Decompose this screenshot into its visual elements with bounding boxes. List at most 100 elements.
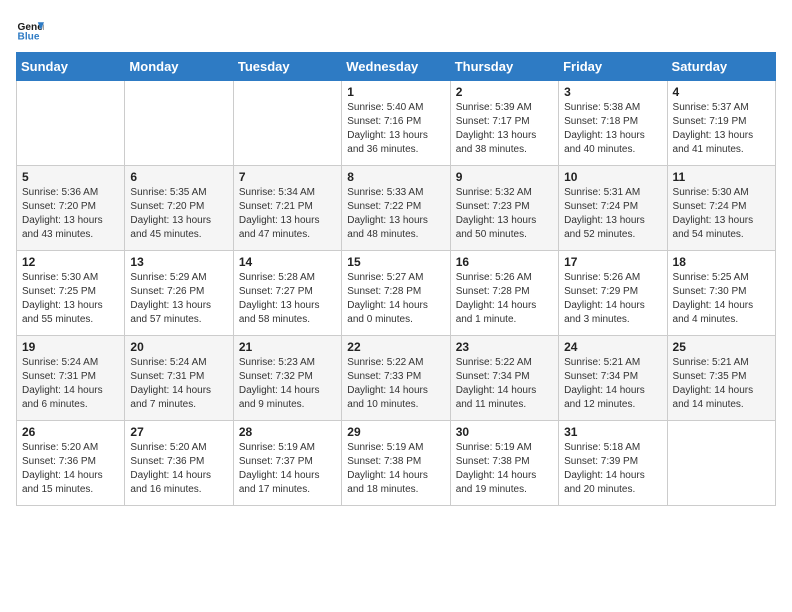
day-number: 17 (564, 255, 661, 269)
weekday-header-saturday: Saturday (667, 53, 775, 81)
weekday-header-thursday: Thursday (450, 53, 558, 81)
calendar-cell (667, 421, 775, 506)
calendar-cell: 14 Sunrise: 5:28 AM Sunset: 7:27 PM Dayli… (233, 251, 341, 336)
calendar-cell: 23 Sunrise: 5:22 AM Sunset: 7:34 PM Dayli… (450, 336, 558, 421)
day-info: Sunrise: 5:36 AM Sunset: 7:20 PM Dayligh… (22, 186, 119, 242)
day-number: 9 (456, 170, 553, 184)
day-info: Sunrise: 5:29 AM Sunset: 7:26 PM Dayligh… (130, 271, 227, 327)
day-info: Sunrise: 5:19 AM Sunset: 7:38 PM Dayligh… (347, 441, 444, 497)
calendar-cell: 2Sunrise: 5:39 AM Sunset: 7:17 PM Daylig… (450, 81, 558, 166)
day-number: 16 (456, 255, 553, 269)
day-info: Sunrise: 5:20 AM Sunset: 7:36 PM Dayligh… (130, 441, 227, 497)
day-number: 18 (673, 255, 770, 269)
day-number: 8 (347, 170, 444, 184)
day-info: Sunrise: 5:34 AM Sunset: 7:21 PM Dayligh… (239, 186, 336, 242)
calendar-cell: 22Sunrise: 5:22 AM Sunset: 7:33 PM Dayli… (342, 336, 450, 421)
day-info: Sunrise: 5:22 AM Sunset: 7:34 PM Dayligh… (456, 356, 553, 412)
calendar-cell: 29 Sunrise: 5:19 AM Sunset: 7:38 PM Dayli… (342, 421, 450, 506)
calendar-cell: 13 Sunrise: 5:29 AM Sunset: 7:26 PM Dayli… (125, 251, 233, 336)
day-info: Sunrise: 5:26 AM Sunset: 7:28 PM Dayligh… (456, 271, 553, 327)
calendar-cell: 5 Sunrise: 5:36 AM Sunset: 7:20 PM Daylig… (17, 166, 125, 251)
page-header: General Blue (16, 16, 776, 44)
day-info: Sunrise: 5:25 AM Sunset: 7:30 PM Dayligh… (673, 271, 770, 327)
day-info: Sunrise: 5:35 AM Sunset: 7:20 PM Dayligh… (130, 186, 227, 242)
day-info: Sunrise: 5:38 AM Sunset: 7:18 PM Dayligh… (564, 101, 661, 157)
calendar-cell: 9 Sunrise: 5:32 AM Sunset: 7:23 PM Daylig… (450, 166, 558, 251)
day-number: 28 (239, 425, 336, 439)
day-number: 13 (130, 255, 227, 269)
day-number: 22 (347, 340, 444, 354)
day-number: 25 (673, 340, 770, 354)
day-number: 20 (130, 340, 227, 354)
calendar-cell: 12 Sunrise: 5:30 AM Sunset: 7:25 PM Dayli… (17, 251, 125, 336)
calendar-cell: 11Sunrise: 5:30 AM Sunset: 7:24 PM Dayli… (667, 166, 775, 251)
calendar-cell: 3 Sunrise: 5:38 AM Sunset: 7:18 PM Daylig… (559, 81, 667, 166)
day-number: 30 (456, 425, 553, 439)
calendar-week-row: 26 Sunrise: 5:20 AM Sunset: 7:36 PM Dayli… (17, 421, 776, 506)
day-number: 15 (347, 255, 444, 269)
logo: General Blue (16, 16, 48, 44)
calendar-cell: 19Sunrise: 5:24 AM Sunset: 7:31 PM Dayli… (17, 336, 125, 421)
calendar-cell: 1Sunrise: 5:40 AM Sunset: 7:16 PM Daylig… (342, 81, 450, 166)
calendar-week-row: 12 Sunrise: 5:30 AM Sunset: 7:25 PM Dayli… (17, 251, 776, 336)
day-number: 12 (22, 255, 119, 269)
day-number: 10 (564, 170, 661, 184)
weekday-header-sunday: Sunday (17, 53, 125, 81)
calendar-cell: 6 Sunrise: 5:35 AM Sunset: 7:20 PM Daylig… (125, 166, 233, 251)
day-number: 5 (22, 170, 119, 184)
calendar-week-row: 5 Sunrise: 5:36 AM Sunset: 7:20 PM Daylig… (17, 166, 776, 251)
weekday-header-tuesday: Tuesday (233, 53, 341, 81)
day-info: Sunrise: 5:21 AM Sunset: 7:35 PM Dayligh… (673, 356, 770, 412)
day-info: Sunrise: 5:27 AM Sunset: 7:28 PM Dayligh… (347, 271, 444, 327)
day-info: Sunrise: 5:31 AM Sunset: 7:24 PM Dayligh… (564, 186, 661, 242)
logo-icon: General Blue (16, 16, 44, 44)
day-number: 27 (130, 425, 227, 439)
day-number: 11 (673, 170, 770, 184)
calendar-cell: 26 Sunrise: 5:20 AM Sunset: 7:36 PM Dayli… (17, 421, 125, 506)
day-number: 29 (347, 425, 444, 439)
calendar-cell: 21 Sunrise: 5:23 AM Sunset: 7:32 PM Dayli… (233, 336, 341, 421)
calendar-table: SundayMondayTuesdayWednesdayThursdayFrid… (16, 52, 776, 506)
day-info: Sunrise: 5:24 AM Sunset: 7:31 PM Dayligh… (22, 356, 119, 412)
calendar-cell: 31 Sunrise: 5:18 AM Sunset: 7:39 PM Dayli… (559, 421, 667, 506)
day-number: 3 (564, 85, 661, 99)
day-number: 24 (564, 340, 661, 354)
calendar-cell (17, 81, 125, 166)
day-info: Sunrise: 5:26 AM Sunset: 7:29 PM Dayligh… (564, 271, 661, 327)
day-info: Sunrise: 5:20 AM Sunset: 7:36 PM Dayligh… (22, 441, 119, 497)
day-number: 7 (239, 170, 336, 184)
day-number: 6 (130, 170, 227, 184)
calendar-cell: 27 Sunrise: 5:20 AM Sunset: 7:36 PM Dayli… (125, 421, 233, 506)
calendar-cell: 28 Sunrise: 5:19 AM Sunset: 7:37 PM Dayli… (233, 421, 341, 506)
day-info: Sunrise: 5:23 AM Sunset: 7:32 PM Dayligh… (239, 356, 336, 412)
day-info: Sunrise: 5:30 AM Sunset: 7:25 PM Dayligh… (22, 271, 119, 327)
day-number: 14 (239, 255, 336, 269)
day-info: Sunrise: 5:19 AM Sunset: 7:37 PM Dayligh… (239, 441, 336, 497)
day-info: Sunrise: 5:28 AM Sunset: 7:27 PM Dayligh… (239, 271, 336, 327)
day-info: Sunrise: 5:32 AM Sunset: 7:23 PM Dayligh… (456, 186, 553, 242)
calendar-cell: 17 Sunrise: 5:26 AM Sunset: 7:29 PM Dayli… (559, 251, 667, 336)
calendar-cell: 30 Sunrise: 5:19 AM Sunset: 7:38 PM Dayli… (450, 421, 558, 506)
day-number: 4 (673, 85, 770, 99)
calendar-cell (125, 81, 233, 166)
calendar-cell: 18 Sunrise: 5:25 AM Sunset: 7:30 PM Dayli… (667, 251, 775, 336)
day-number: 23 (456, 340, 553, 354)
svg-text:Blue: Blue (18, 31, 40, 42)
day-number: 26 (22, 425, 119, 439)
weekday-header-row: SundayMondayTuesdayWednesdayThursdayFrid… (17, 53, 776, 81)
day-info: Sunrise: 5:18 AM Sunset: 7:39 PM Dayligh… (564, 441, 661, 497)
calendar-cell: 25 Sunrise: 5:21 AM Sunset: 7:35 PM Dayli… (667, 336, 775, 421)
calendar-cell: 4Sunrise: 5:37 AM Sunset: 7:19 PM Daylig… (667, 81, 775, 166)
day-number: 2 (456, 85, 553, 99)
day-info: Sunrise: 5:24 AM Sunset: 7:31 PM Dayligh… (130, 356, 227, 412)
weekday-header-monday: Monday (125, 53, 233, 81)
calendar-cell: 10 Sunrise: 5:31 AM Sunset: 7:24 PM Dayli… (559, 166, 667, 251)
weekday-header-wednesday: Wednesday (342, 53, 450, 81)
day-info: Sunrise: 5:19 AM Sunset: 7:38 PM Dayligh… (456, 441, 553, 497)
day-info: Sunrise: 5:21 AM Sunset: 7:34 PM Dayligh… (564, 356, 661, 412)
day-number: 31 (564, 425, 661, 439)
day-info: Sunrise: 5:40 AM Sunset: 7:16 PM Dayligh… (347, 101, 444, 157)
day-number: 21 (239, 340, 336, 354)
calendar-cell: 8 Sunrise: 5:33 AM Sunset: 7:22 PM Daylig… (342, 166, 450, 251)
day-info: Sunrise: 5:33 AM Sunset: 7:22 PM Dayligh… (347, 186, 444, 242)
